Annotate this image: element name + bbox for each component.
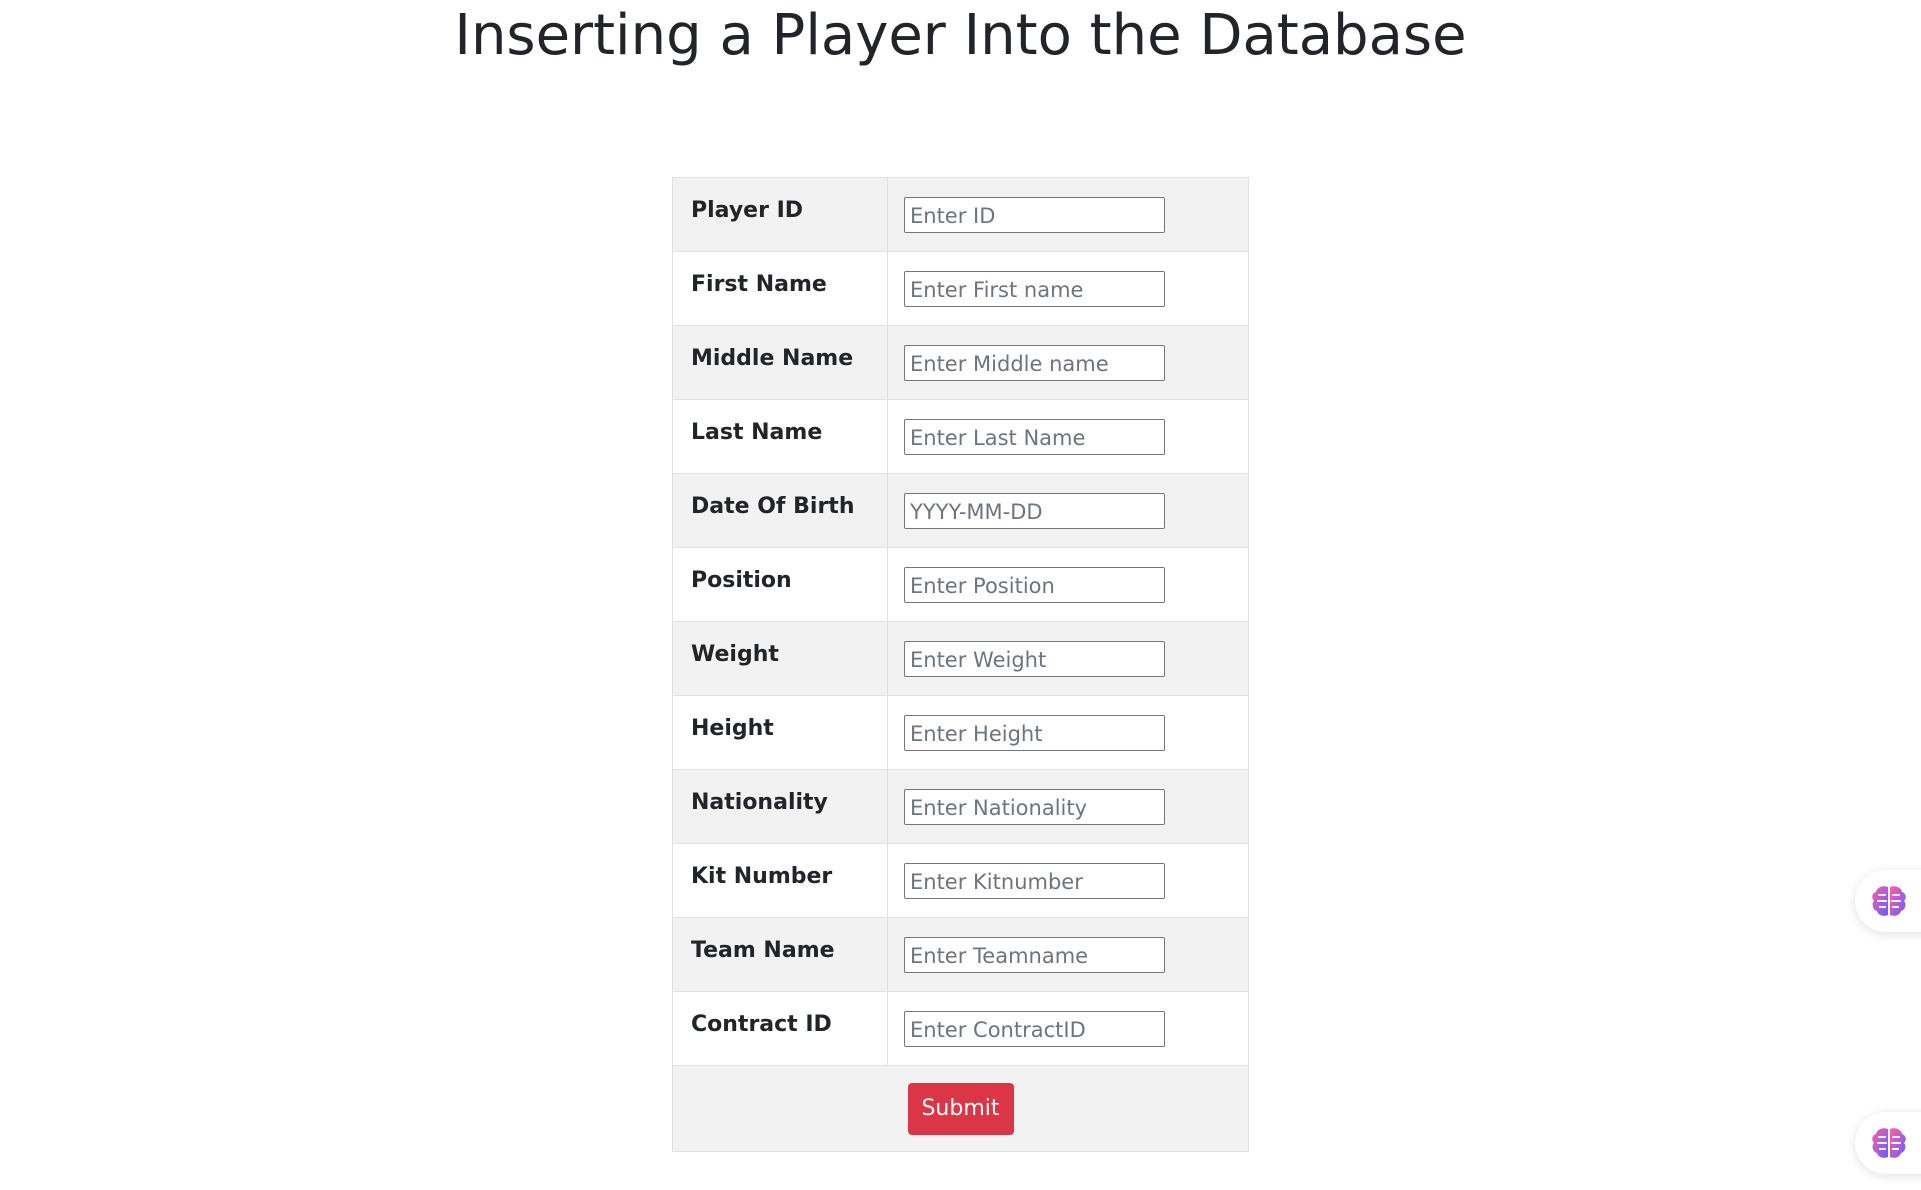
last-name-label: Last Name — [691, 420, 823, 445]
extension-widget[interactable] — [1855, 1112, 1921, 1174]
form-row-submit: Submit — [672, 1065, 1249, 1152]
form-row-team-name: Team Name — [672, 917, 1249, 992]
contract-id-label: Contract ID — [691, 1012, 832, 1037]
player-form: Player ID First Name Middle Name Last Na… — [672, 177, 1249, 1152]
form-row-last-name: Last Name — [672, 399, 1249, 474]
form-row-weight: Weight — [672, 621, 1249, 696]
form-row-player-id: Player ID — [672, 177, 1249, 252]
position-input[interactable] — [904, 566, 1165, 603]
position-label: Position — [691, 568, 792, 593]
kit-number-label: Kit Number — [691, 864, 833, 889]
player-id-input[interactable] — [904, 196, 1165, 233]
page: Inserting a Player Into the Database Pla… — [0, 0, 1921, 1190]
brain-icon — [1871, 884, 1907, 918]
weight-input[interactable] — [904, 640, 1165, 677]
last-name-input[interactable] — [904, 418, 1165, 455]
extension-widget[interactable] — [1855, 870, 1921, 932]
form-row-nationality: Nationality — [672, 769, 1249, 844]
nationality-input[interactable] — [904, 788, 1165, 825]
nationality-label: Nationality — [691, 790, 828, 815]
middle-name-input[interactable] — [904, 344, 1165, 381]
form-row-date-of-birth: Date Of Birth — [672, 473, 1249, 548]
form-row-position: Position — [672, 547, 1249, 622]
submit-button[interactable]: Submit — [907, 1082, 1014, 1135]
date-of-birth-label: Date Of Birth — [691, 494, 855, 519]
contract-id-input[interactable] — [904, 1010, 1165, 1047]
height-input[interactable] — [904, 714, 1165, 751]
height-label: Height — [691, 716, 774, 741]
form-row-contract-id: Contract ID — [672, 991, 1249, 1066]
team-name-label: Team Name — [691, 938, 835, 963]
weight-label: Weight — [691, 642, 779, 667]
date-of-birth-input[interactable] — [904, 492, 1165, 529]
middle-name-label: Middle Name — [691, 346, 854, 371]
brain-icon — [1871, 1126, 1907, 1160]
form-row-kit-number: Kit Number — [672, 843, 1249, 918]
page-title: Inserting a Player Into the Database — [454, 3, 1467, 68]
first-name-input[interactable] — [904, 270, 1165, 307]
first-name-label: First Name — [691, 272, 827, 297]
form-row-first-name: First Name — [672, 251, 1249, 326]
team-name-input[interactable] — [904, 936, 1165, 973]
player-id-label: Player ID — [691, 198, 804, 223]
form-row-height: Height — [672, 695, 1249, 770]
form-row-middle-name: Middle Name — [672, 325, 1249, 400]
player-form-table: Player ID First Name Middle Name Last Na… — [672, 177, 1249, 1152]
kit-number-input[interactable] — [904, 862, 1165, 899]
